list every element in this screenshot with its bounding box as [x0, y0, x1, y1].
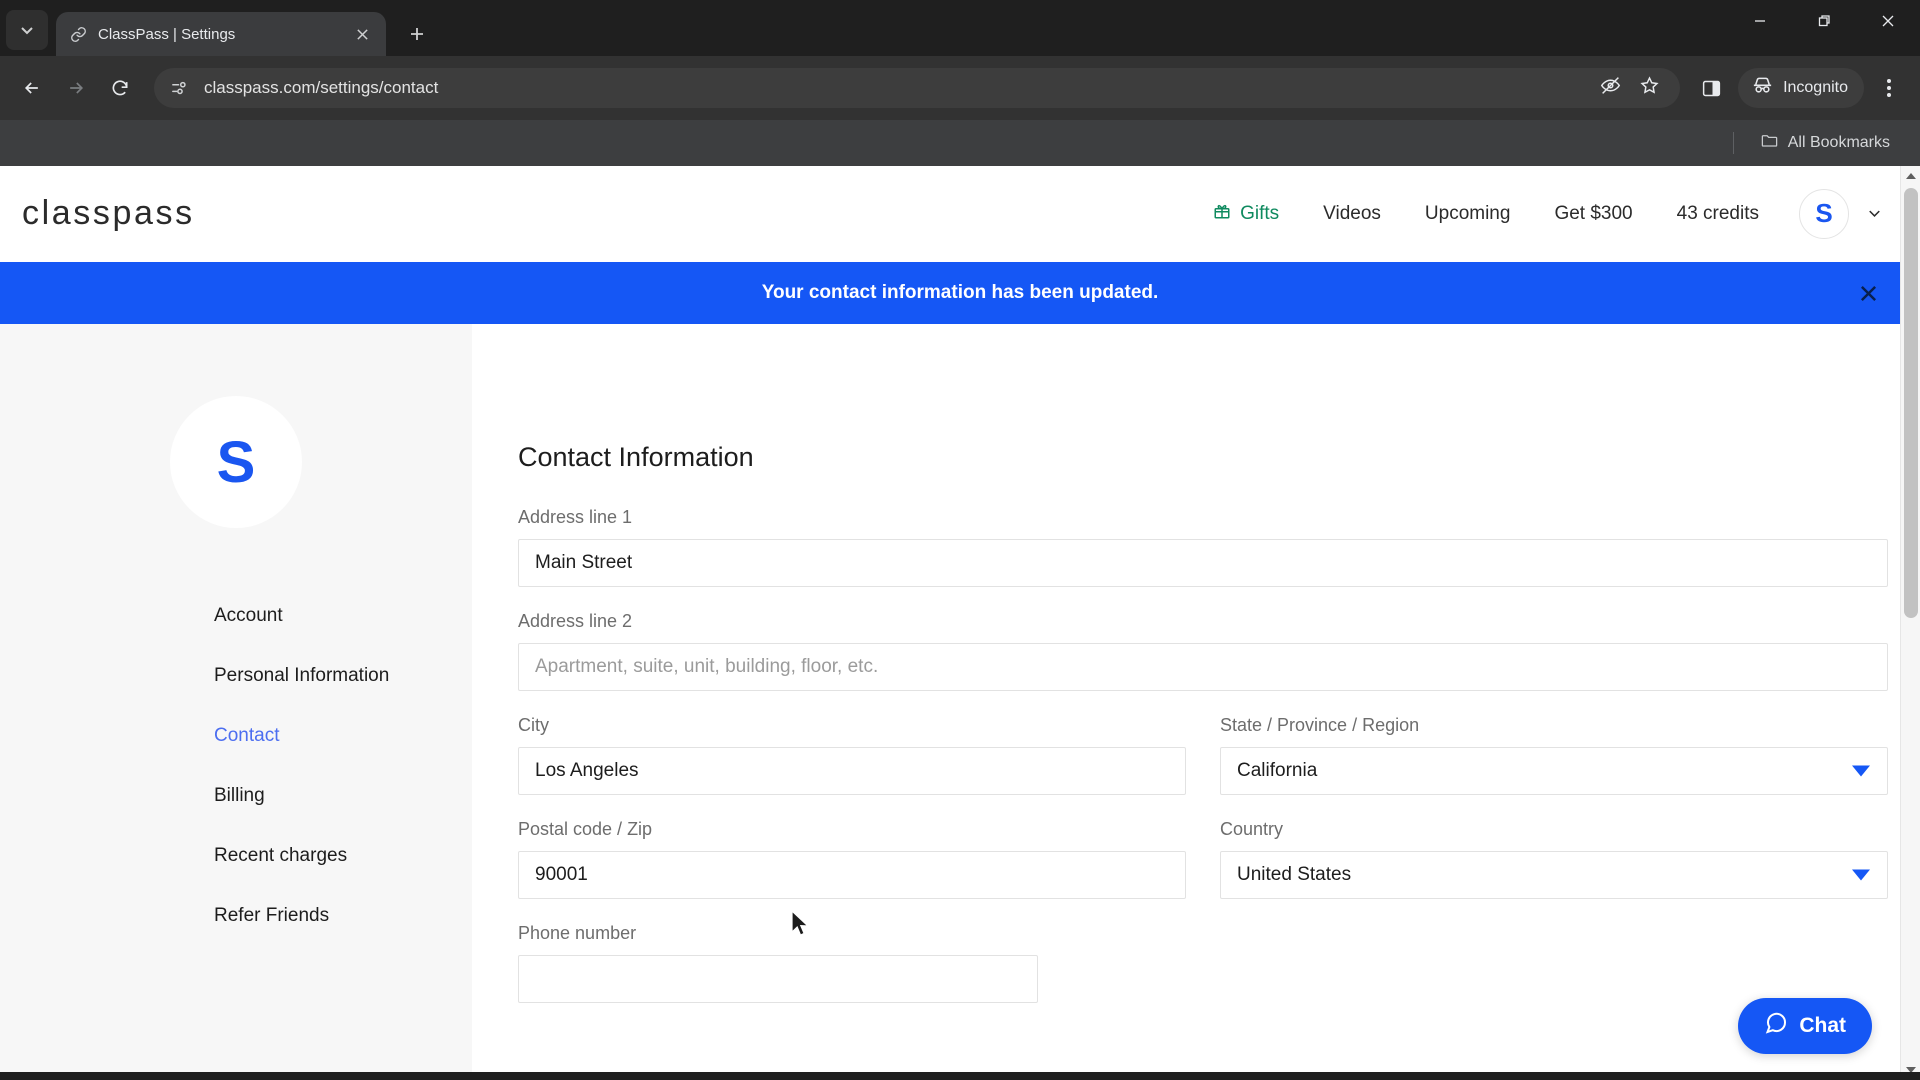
sidebar-item-refer-friends[interactable]: Refer Friends: [214, 892, 472, 940]
window-controls: [1728, 0, 1920, 42]
page-title: Contact Information: [518, 442, 754, 472]
nav-item-get-300[interactable]: Get $300: [1532, 203, 1654, 225]
forward-icon[interactable]: [56, 68, 96, 108]
mouse-cursor: [791, 910, 810, 936]
city-state-row: City Los Angeles State / Province / Regi…: [518, 715, 1888, 795]
sidebar-item-contact[interactable]: Contact: [214, 712, 472, 760]
field-postal: Postal code / Zip 90001: [518, 819, 1186, 899]
tab-close-icon[interactable]: [350, 22, 374, 46]
sidebar-avatar[interactable]: S: [170, 396, 302, 528]
browser-toolbar: classpass.com/settings/contact Incognito: [0, 56, 1920, 120]
bookmarks-bar: All Bookmarks: [0, 120, 1920, 166]
sidebar-nav: Account Personal Information Contact Bil…: [0, 592, 472, 952]
nav-item-videos[interactable]: Videos: [1301, 203, 1403, 225]
scrollbar-thumb[interactable]: [1904, 188, 1918, 618]
chat-bubble-icon: [1764, 1011, 1788, 1041]
state-label: State / Province / Region: [1220, 715, 1420, 735]
address1-input[interactable]: Main Street: [518, 539, 1888, 587]
tab-search-button[interactable]: [6, 10, 48, 50]
hide-password-icon[interactable]: [1600, 75, 1621, 101]
postal-country-row: Postal code / Zip 90001 Country United S…: [518, 819, 1888, 899]
site-nav: Gifts Videos Upcoming Get $300 43 credit…: [1191, 188, 1884, 239]
nav-item-upcoming[interactable]: Upcoming: [1403, 203, 1533, 225]
incognito-label: Incognito: [1783, 79, 1848, 96]
sidebar-item-account[interactable]: Account: [214, 592, 472, 640]
scroll-up-icon[interactable]: [1901, 166, 1920, 186]
address2-label: Address line 2: [518, 611, 633, 631]
nav-item-credits[interactable]: 43 credits: [1655, 203, 1781, 225]
address1-label: Address line 1: [518, 507, 633, 527]
incognito-icon: [1751, 74, 1774, 102]
reload-icon[interactable]: [100, 68, 140, 108]
browser-window: ClassPass | Settings classpass.com/setti…: [0, 0, 1920, 1080]
settings-sidebar: S Account Personal Information Contact B…: [0, 324, 472, 1080]
banner-close-icon[interactable]: [1854, 279, 1882, 307]
field-address-line-2: Address line 2 Apartment, suite, unit, b…: [518, 611, 1888, 691]
incognito-indicator[interactable]: Incognito: [1738, 68, 1864, 108]
tab-title: ClassPass | Settings: [98, 25, 236, 43]
settings-content: Contact Information Address line 1 Main …: [472, 324, 1920, 1080]
chat-button[interactable]: Chat: [1738, 998, 1872, 1054]
nav-label-gifts: Gifts: [1240, 202, 1280, 224]
chrome-menu-icon[interactable]: [1870, 69, 1908, 107]
close-icon[interactable]: [1856, 0, 1920, 42]
page-body: S Account Personal Information Contact B…: [0, 324, 1920, 1080]
avatar[interactable]: S: [1799, 188, 1849, 239]
bookmark-star-icon[interactable]: [1639, 75, 1660, 101]
state-dropdown-caret-icon[interactable]: [1852, 765, 1870, 777]
maximize-icon[interactable]: [1792, 0, 1856, 42]
city-input[interactable]: Los Angeles: [518, 747, 1186, 795]
field-country: Country United States: [1220, 819, 1888, 899]
state-select[interactable]: California: [1220, 747, 1888, 795]
page-info-icon[interactable]: [168, 77, 190, 99]
page-scrollbar[interactable]: [1900, 166, 1920, 1080]
phone-label: Phone number: [518, 923, 637, 943]
url-text: classpass.com/settings/contact: [204, 78, 439, 97]
all-bookmarks-button[interactable]: All Bookmarks: [1752, 126, 1898, 160]
tab-strip: ClassPass | Settings: [0, 0, 1920, 56]
gift-icon: [1213, 202, 1231, 226]
country-select[interactable]: United States: [1220, 851, 1888, 899]
postal-label: Postal code / Zip: [518, 819, 653, 839]
page-viewport: classpass Gifts Videos Upcoming Get $300…: [0, 166, 1920, 1080]
postal-input[interactable]: 90001: [518, 851, 1186, 899]
new-tab-icon[interactable]: [400, 17, 434, 51]
folder-icon: [1760, 131, 1779, 155]
field-city: City Los Angeles: [518, 715, 1186, 795]
site-header: classpass Gifts Videos Upcoming Get $300…: [0, 166, 1920, 262]
country-dropdown-caret-icon[interactable]: [1852, 869, 1870, 881]
chat-label: Chat: [1799, 1014, 1846, 1037]
banner-message: Your contact information has been update…: [761, 282, 1159, 303]
window-bottom-edge: [0, 1072, 1920, 1080]
bookmarks-separator: [1732, 132, 1734, 154]
address2-input[interactable]: Apartment, suite, unit, building, floor,…: [518, 643, 1888, 691]
classpass-logo[interactable]: classpass: [22, 194, 195, 233]
all-bookmarks-label: All Bookmarks: [1787, 134, 1890, 151]
field-address-line-1: Address line 1 Main Street: [518, 507, 1888, 587]
field-state: State / Province / Region California: [1220, 715, 1888, 795]
minimize-icon[interactable]: [1728, 0, 1792, 42]
phone-input[interactable]: [518, 955, 1038, 1003]
field-phone: Phone number: [518, 923, 1888, 1003]
browser-tab[interactable]: ClassPass | Settings: [56, 12, 386, 56]
nav-item-gifts[interactable]: Gifts: [1191, 202, 1301, 226]
back-icon[interactable]: [12, 68, 52, 108]
city-label: City: [518, 715, 549, 735]
sidebar-item-personal-information[interactable]: Personal Information: [214, 652, 472, 700]
success-banner: Your contact information has been update…: [0, 262, 1920, 324]
country-label: Country: [1220, 819, 1284, 839]
side-panel-icon[interactable]: [1694, 71, 1728, 105]
sidebar-item-recent-charges[interactable]: Recent charges: [214, 832, 472, 880]
sidebar-item-billing[interactable]: Billing: [214, 772, 472, 820]
link-icon: [68, 24, 88, 44]
chevron-down-icon[interactable]: [1865, 204, 1884, 223]
address-bar[interactable]: classpass.com/settings/contact: [154, 68, 1681, 108]
